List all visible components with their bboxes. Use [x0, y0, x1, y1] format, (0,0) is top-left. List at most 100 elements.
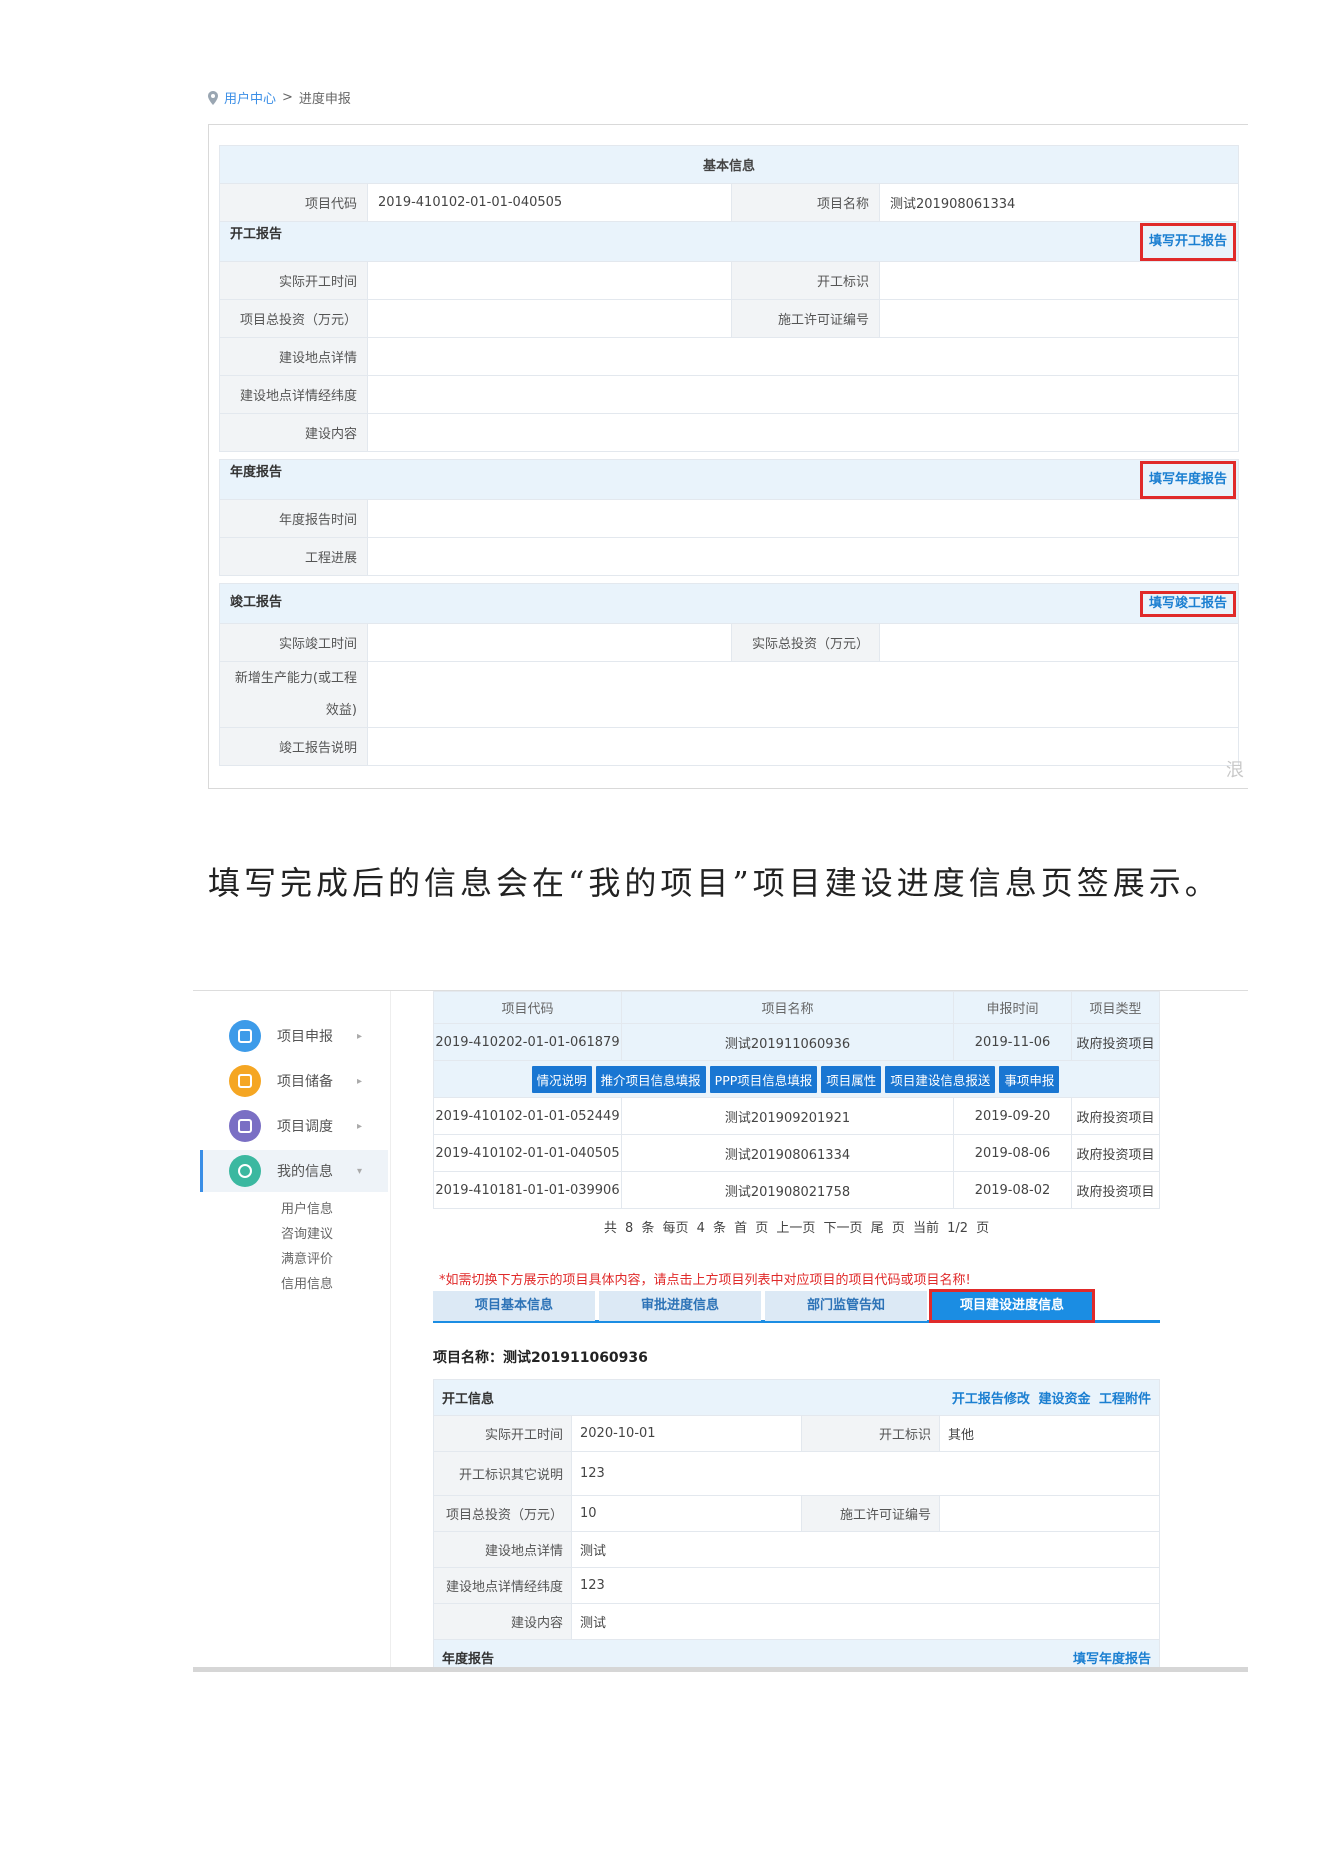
table-row[interactable]: 2019-410181-01-01-039906 测试201908021758 … [433, 1171, 1160, 1209]
start-flag-value: 其他 [939, 1415, 1160, 1452]
matter-apply-button[interactable]: 事项申报 [999, 1065, 1060, 1093]
project-code-cell[interactable]: 2019-410181-01-01-039906 [433, 1171, 622, 1209]
sidebar-item-project-reserve[interactable]: 项目储备 ▸ [203, 1060, 391, 1102]
start-report-section: 开工报告 填写开工报告 [219, 221, 1239, 262]
spacer [219, 451, 1239, 460]
capacity-label: 新增生产能力(或工程 效益) [219, 661, 368, 728]
project-name-cell[interactable]: 测试201908061334 [621, 1134, 954, 1172]
progress-report-form: 基本信息 项目代码 2019-410102-01-01-040505 项目名称 … [219, 145, 1239, 766]
total-invest-value: 10 [571, 1495, 802, 1532]
breadcrumb-home-link[interactable]: 用户中心 [224, 88, 276, 107]
project-name-cell[interactable]: 测试201908021758 [621, 1171, 954, 1209]
table-row[interactable]: 2019-410102-01-01-052449 测试201909201921 … [433, 1097, 1160, 1135]
site-geo-value: 123 [571, 1567, 1160, 1604]
construction-fund-link[interactable]: 建设资金 [1038, 1392, 1090, 1407]
edit-start-report-link[interactable]: 开工报告修改 [952, 1392, 1030, 1407]
column-header: 项目类型 [1071, 991, 1160, 1024]
project-code-cell[interactable]: 2019-410202-01-01-061879 [433, 1023, 622, 1061]
project-code-cell[interactable]: 2019-410102-01-01-040505 [433, 1134, 622, 1172]
project-name-cell[interactable]: 测试201911060936 [621, 1023, 954, 1061]
content-label: 建设内容 [219, 413, 368, 452]
main-content: 项目代码 项目名称 申报时间 项目类型 2019-410202-01-01-06… [433, 991, 1160, 1672]
start-info-section: 开工信息 开工报告修改 建设资金 工程附件 [433, 1379, 1160, 1416]
tab-supervision-notice[interactable]: 部门监管告知 [765, 1291, 927, 1321]
project-reserve-icon [229, 1065, 261, 1097]
sidebar-sub-consult[interactable]: 咨询建议 [281, 1223, 333, 1242]
project-type-cell: 政府投资项目 [1071, 1171, 1160, 1209]
construction-info-button[interactable]: 项目建设信息报送 [885, 1065, 996, 1093]
caption-text: 填写完成后的信息会在“我的项目”项目建设进度信息页签展示。 [208, 864, 1221, 902]
site-detail-label: 建设地点详情 [433, 1531, 572, 1568]
project-apply-icon [229, 1020, 261, 1052]
site-detail-value: 测试 [571, 1531, 1160, 1568]
permit-label: 施工许可证编号 [801, 1495, 940, 1532]
capacity-value [367, 661, 1239, 728]
pagination[interactable]: 共 8 条 每页 4 条 首 页 上一页 下一页 尾 页 当前 1/2 页 [433, 1217, 1160, 1236]
chevron-down-icon: ▾ [357, 1165, 363, 1177]
basic-info-header: 基本信息 [219, 145, 1239, 184]
project-attachment-link[interactable]: 工程附件 [1099, 1392, 1151, 1407]
tab-basic-info[interactable]: 项目基本信息 [433, 1291, 595, 1321]
fill-annual-report-link[interactable]: 填写年度报告 [1139, 460, 1236, 499]
sidebar-sub-credit[interactable]: 信用信息 [281, 1273, 333, 1292]
apply-date-cell: 2019-11-06 [953, 1023, 1072, 1061]
sidebar-sub-user-info[interactable]: 用户信息 [281, 1198, 333, 1217]
project-code-cell[interactable]: 2019-410102-01-01-052449 [433, 1097, 622, 1135]
actual-start-value: 2020-10-01 [571, 1415, 802, 1452]
fill-start-report-link[interactable]: 填写开工报告 [1139, 222, 1236, 261]
chevron-right-icon: ▸ [357, 1030, 363, 1042]
sidebar-item-my-info[interactable]: 我的信息 ▾ [200, 1150, 388, 1192]
start-info-title: 开工信息 [442, 1392, 495, 1407]
start-flag-label: 开工标识 [801, 1415, 940, 1452]
sidebar-sub-satisfaction[interactable]: 满意评价 [281, 1248, 333, 1267]
completion-note-value [367, 727, 1239, 766]
content-value [367, 413, 1239, 452]
site-geo-label: 建设地点详情经纬度 [433, 1567, 572, 1604]
flag-note-label: 开工标识其它说明 [433, 1451, 572, 1496]
project-list-table: 项目代码 项目名称 申报时间 项目类型 2019-410202-01-01-06… [433, 991, 1160, 1209]
ppp-info-button[interactable]: PPP项目信息填报 [709, 1065, 818, 1093]
tab-approval-progress[interactable]: 审批进度信息 [599, 1291, 761, 1321]
tab-construction-progress[interactable]: 项目建设进度信息 [929, 1289, 1095, 1323]
horizontal-scrollbar[interactable] [193, 1667, 1248, 1672]
actual-invest-label: 实际总投资（万元） [731, 623, 880, 662]
actual-start-value [367, 261, 732, 300]
project-type-cell: 政府投资项目 [1071, 1134, 1160, 1172]
project-code-value: 2019-410102-01-01-040505 [367, 183, 732, 222]
sidebar-item-project-apply[interactable]: 项目申报 ▸ [203, 1015, 391, 1057]
total-invest-label: 项目总投资（万元） [433, 1495, 572, 1532]
situation-button[interactable]: 情况说明 [531, 1065, 592, 1093]
content-value: 测试 [571, 1603, 1160, 1640]
project-name-label: 项目名称 [731, 183, 880, 222]
capacity-label-line2: 效益) [325, 702, 357, 718]
fill-completion-report-link[interactable]: 填写竣工报告 [1139, 590, 1236, 617]
column-header: 项目代码 [433, 991, 622, 1024]
spacer [219, 575, 1239, 584]
project-type-cell: 政府投资项目 [1071, 1023, 1160, 1061]
table-row[interactable]: 2019-410202-01-01-061879 测试201911060936 … [433, 1023, 1160, 1061]
column-header: 申报时间 [953, 991, 1072, 1024]
annual-time-label: 年度报告时间 [219, 499, 368, 538]
project-name-value: 测试201908061334 [879, 183, 1239, 222]
flag-note-value: 123 [571, 1451, 1160, 1496]
progress-value [367, 537, 1239, 576]
project-schedule-icon [229, 1110, 261, 1142]
start-info-links: 开工报告修改 建设资金 工程附件 [952, 1388, 1151, 1407]
fill-annual-report-link[interactable]: 填写年度报告 [1073, 1648, 1151, 1667]
sidebar: 项目申报 ▸ 项目储备 ▸ 项目调度 ▸ 我的信息 ▾ 用户信息 咨询建议 满意… [193, 991, 391, 1668]
annual-report-title: 年度报告 [442, 1652, 495, 1667]
total-invest-label: 项目总投资（万元） [219, 299, 368, 338]
chevron-right-icon: ▸ [357, 1120, 363, 1132]
my-projects-panel: 项目申报 ▸ 项目储备 ▸ 项目调度 ▸ 我的信息 ▾ 用户信息 咨询建议 满意… [193, 990, 1248, 1672]
capacity-label-line1: 新增生产能力(或工程 [234, 670, 357, 686]
promote-info-button[interactable]: 推介项目信息填报 [595, 1065, 706, 1093]
project-tabs: 项目基本信息 审批进度信息 部门监管告知 项目建设进度信息 [433, 1289, 1160, 1323]
sidebar-item-label: 项目储备 [277, 1074, 333, 1090]
site-detail-label: 建设地点详情 [219, 337, 368, 376]
progress-report-panel: 基本信息 项目代码 2019-410102-01-01-040505 项目名称 … [208, 124, 1248, 789]
project-attr-button[interactable]: 项目属性 [821, 1065, 882, 1093]
table-row[interactable]: 2019-410102-01-01-040505 测试201908061334 … [433, 1134, 1160, 1172]
edge-glyph: 泿 [1226, 760, 1244, 781]
sidebar-item-project-schedule[interactable]: 项目调度 ▸ [203, 1105, 391, 1147]
project-name-cell[interactable]: 测试201909201921 [621, 1097, 954, 1135]
